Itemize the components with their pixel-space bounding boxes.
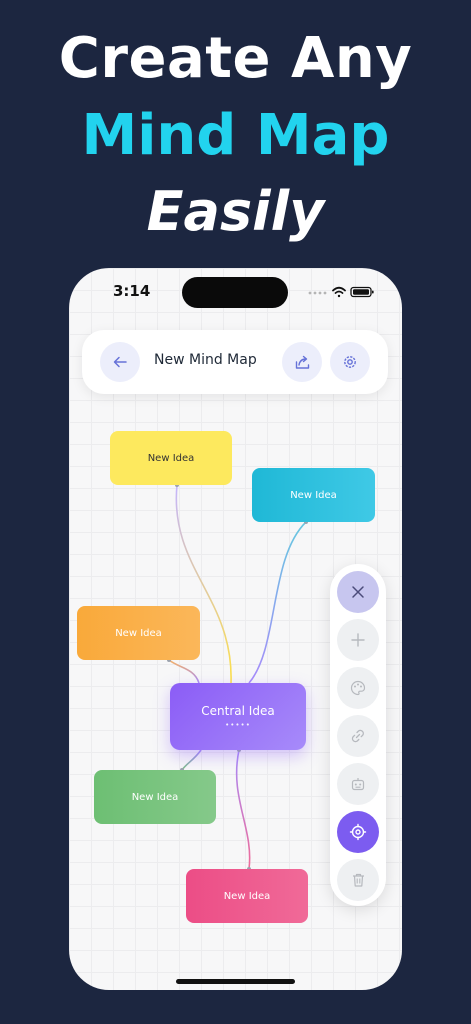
central-node-dots: ••••• bbox=[225, 721, 251, 729]
color-button[interactable] bbox=[337, 667, 379, 709]
node-label: New Idea bbox=[290, 489, 337, 501]
idea-node-orange[interactable]: New Idea bbox=[77, 606, 200, 660]
node-label: New Idea bbox=[131, 791, 179, 803]
headline-line-1: Create Any bbox=[58, 26, 413, 91]
link-cyan bbox=[248, 521, 307, 684]
idea-node-yellow[interactable]: New Idea bbox=[110, 431, 232, 485]
link-orange bbox=[168, 659, 200, 684]
link-pink bbox=[235, 749, 251, 870]
trash-icon bbox=[352, 873, 364, 887]
focus-button[interactable] bbox=[337, 811, 379, 853]
home-indicator bbox=[176, 979, 295, 984]
idea-node-pink[interactable]: New Idea bbox=[186, 869, 308, 923]
palette-icon bbox=[350, 680, 366, 696]
robot-icon bbox=[351, 778, 365, 791]
idea-node-cyan[interactable]: New Idea bbox=[252, 468, 375, 522]
node-label: New Idea bbox=[115, 627, 162, 639]
delete-button[interactable] bbox=[337, 859, 379, 901]
central-idea-node[interactable]: Central Idea ••••• bbox=[170, 683, 306, 750]
phone-screen: 3:14 New Mind Map New Idea New Idea New … bbox=[69, 268, 402, 990]
node-label: New Idea bbox=[223, 890, 271, 902]
target-icon bbox=[349, 823, 367, 841]
link-button[interactable] bbox=[337, 715, 379, 757]
ai-assist-button[interactable] bbox=[337, 763, 379, 805]
node-label: New Idea bbox=[147, 452, 195, 464]
headline-line-3: Easily bbox=[146, 180, 325, 243]
idea-node-green[interactable]: New Idea bbox=[94, 770, 216, 824]
link-icon bbox=[351, 729, 364, 743]
close-panel-button[interactable] bbox=[337, 571, 379, 613]
headline-line-2: Mind Map bbox=[81, 103, 390, 168]
central-node-label: Central Idea bbox=[201, 704, 275, 718]
tool-panel bbox=[330, 564, 386, 906]
plus-icon bbox=[351, 633, 365, 647]
add-node-button[interactable] bbox=[337, 619, 379, 661]
link-green bbox=[181, 749, 202, 771]
close-icon bbox=[352, 586, 364, 598]
